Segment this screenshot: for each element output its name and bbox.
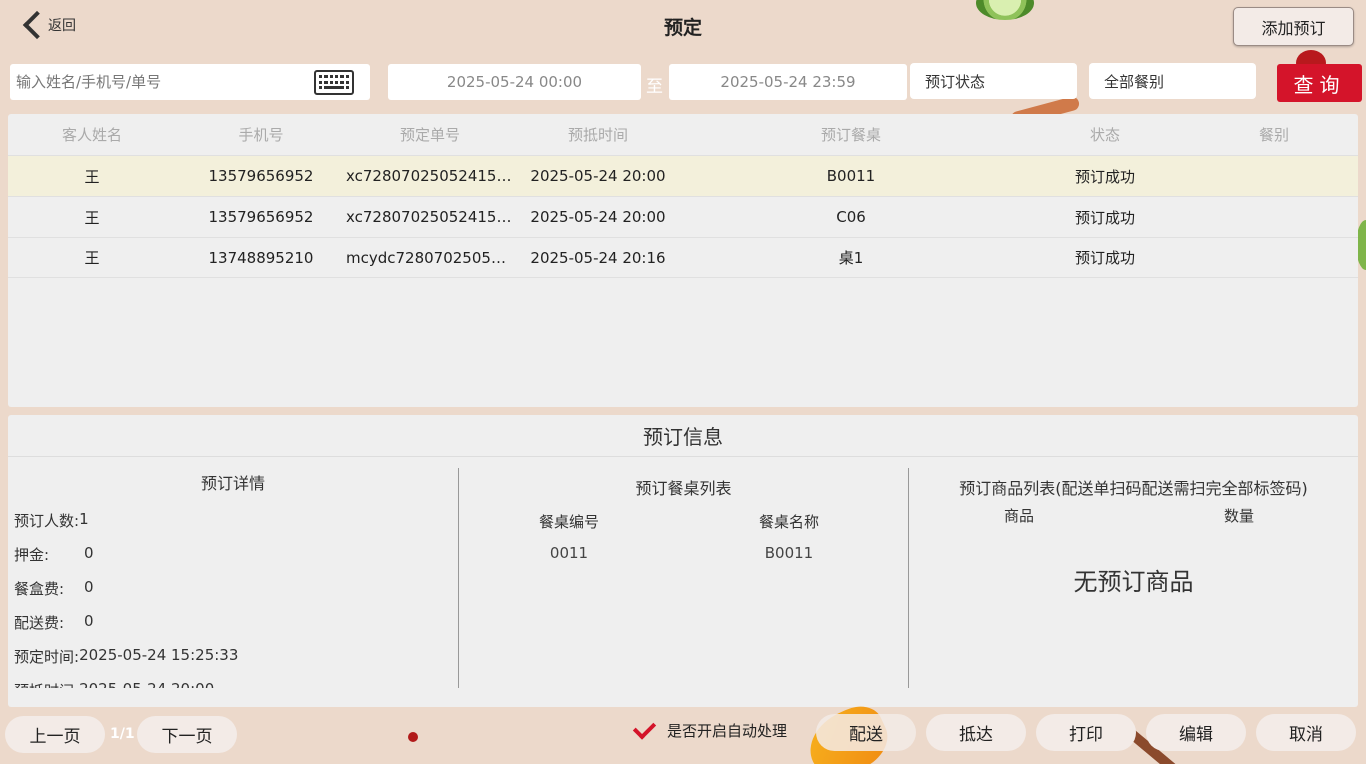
table-row[interactable]: 王 13579656952 xc72807025052415036 2025-0… — [8, 196, 1358, 237]
detail-box-fee: 餐盒费: 0 — [14, 578, 238, 612]
cell-name: 王 — [84, 249, 100, 267]
cell-table: B0011 — [826, 167, 876, 185]
column-header: 餐桌编号 — [538, 513, 599, 531]
column-header: 数量 — [1223, 507, 1254, 525]
cell-name: 王 — [84, 167, 100, 186]
detail-value: 0 — [84, 544, 94, 562]
reservation-table: 客人姓名 手机号 预定单号 预抵时间 预订餐桌 状态 餐别 王 13579656… — [8, 114, 1358, 407]
empty-items-message: 无预订商品 — [1073, 568, 1194, 596]
cell-phone: 13579656952 — [208, 208, 314, 226]
column-header: 预定单号 — [399, 126, 460, 144]
table-number: 0011 — [549, 544, 589, 562]
detail-value: 0 — [84, 578, 94, 596]
reserved-tables: 预订餐桌列表 餐桌编号 餐桌名称 0011 B0011 — [458, 468, 908, 688]
query-button[interactable]: 查询 — [1277, 64, 1362, 102]
items-title: 预订商品列表(配送单扫码配送需扫完全部标签码) — [959, 479, 1308, 498]
add-reservation-button[interactable]: 添加预订 — [1233, 7, 1354, 46]
detail-delivery-fee: 配送费: 0 — [14, 612, 238, 646]
deliver-button[interactable]: 配送 — [816, 714, 916, 751]
status-select[interactable]: 预订状态 — [910, 63, 1077, 99]
search-box — [10, 64, 370, 100]
dot-decoration — [408, 732, 418, 742]
detail-label: 预抵时间: — [14, 680, 79, 688]
table-header: 客人姓名 手机号 预定单号 预抵时间 预订餐桌 状态 餐别 — [8, 114, 1358, 155]
cancel-button[interactable]: 取消 — [1256, 714, 1356, 751]
next-page-button[interactable]: 下一页 — [137, 716, 237, 753]
detail-label: 餐盒费: — [14, 580, 65, 598]
detail-value: 0 — [84, 612, 94, 630]
start-date-field[interactable]: 2025-05-24 00:00 — [388, 64, 641, 100]
column-header: 预抵时间 — [567, 126, 628, 144]
page-title: 预定 — [663, 17, 702, 39]
cell-order-no: xc72807025052415034 — [346, 167, 514, 185]
detail-arrival-time: 预抵时间: 2025-05-24 20:00 — [14, 680, 238, 688]
cell-status: 预订成功 — [1074, 208, 1135, 227]
cell-arrival-time: 2025-05-24 20:16 — [530, 248, 666, 267]
cell-order-no: mcydc72807025052415 — [346, 248, 514, 267]
column-header: 预订餐桌 — [820, 126, 881, 144]
detail-label: 预订人数: — [14, 512, 80, 530]
tables-title: 预订餐桌列表 — [635, 479, 732, 498]
detail-value: 2025-05-24 15:25:33 — [79, 646, 239, 664]
edit-button[interactable]: 编辑 — [1146, 714, 1246, 751]
detail-guests: 预订人数: 1 — [14, 510, 238, 544]
items-header: 商品 数量 — [909, 505, 1358, 526]
column-header: 餐桌名称 — [758, 513, 819, 531]
cell-status: 预订成功 — [1074, 249, 1135, 267]
reservation-details: 预订详情 预订人数: 1 押金: 0 餐盒费: 0 配送费: 0 预定时间: 2… — [8, 468, 458, 688]
list-item: 0011 B0011 — [459, 544, 908, 562]
column-header: 客人姓名 — [61, 126, 122, 144]
details-list: 预订人数: 1 押金: 0 餐盒费: 0 配送费: 0 预定时间: 2025-0… — [14, 510, 238, 688]
table-name: B0011 — [764, 544, 814, 562]
date-range-separator: 至 — [646, 77, 663, 97]
detail-booking-time: 预定时间: 2025-05-24 15:25:33 — [14, 646, 238, 680]
table-row[interactable]: 王 13579656952 xc72807025052415034 2025-0… — [8, 155, 1358, 196]
column-header: 手机号 — [238, 126, 284, 144]
column-header: 状态 — [1089, 126, 1120, 144]
table-row[interactable]: 王 13748895210 mcydc72807025052415 2025-0… — [8, 237, 1358, 278]
cell-table: C06 — [836, 208, 866, 226]
arrive-button[interactable]: 抵达 — [926, 714, 1026, 751]
cell-table: 桌1 — [838, 249, 864, 267]
column-header: 商品 — [1003, 507, 1034, 525]
reserved-items: 预订商品列表(配送单扫码配送需扫完全部标签码) 商品 数量 无预订商品 — [908, 468, 1358, 688]
search-input[interactable] — [10, 73, 300, 91]
tables-header: 餐桌编号 餐桌名称 — [459, 511, 908, 532]
print-button[interactable]: 打印 — [1036, 714, 1136, 751]
meal-select[interactable]: 全部餐别 — [1089, 63, 1256, 99]
cell-name: 王 — [84, 208, 100, 227]
end-date-field[interactable]: 2025-05-24 23:59 — [669, 64, 907, 100]
detail-value: 2025-05-24 20:00 — [79, 680, 214, 688]
detail-label: 押金: — [14, 546, 50, 564]
info-title: 预订信息 — [8, 415, 1358, 457]
prev-page-button[interactable]: 上一页 — [5, 716, 105, 753]
cell-arrival-time: 2025-05-24 20:00 — [530, 167, 666, 185]
detail-value: 1 — [79, 510, 89, 528]
detail-label: 配送费: — [14, 614, 65, 632]
detail-label: 预定时间: — [14, 648, 80, 666]
cell-phone: 13748895210 — [208, 248, 314, 267]
page-indicator: 1/1 — [110, 726, 135, 742]
cell-arrival-time: 2025-05-24 20:00 — [530, 208, 666, 226]
cell-phone: 13579656952 — [208, 167, 314, 185]
column-header: 餐别 — [1258, 126, 1289, 144]
reservation-info-panel: 预订信息 预订详情 预订人数: 1 押金: 0 餐盒费: 0 配送费: 0 预定… — [8, 415, 1358, 707]
cell-order-no: xc72807025052415036 — [346, 208, 514, 226]
checkmark-icon[interactable] — [632, 718, 656, 738]
auto-process-label[interactable]: 是否开启自动处理 — [667, 720, 787, 741]
detail-deposit: 押金: 0 — [14, 544, 238, 578]
details-title: 预订详情 — [200, 474, 265, 493]
cell-status: 预订成功 — [1074, 167, 1135, 186]
keyboard-icon[interactable] — [314, 70, 354, 95]
